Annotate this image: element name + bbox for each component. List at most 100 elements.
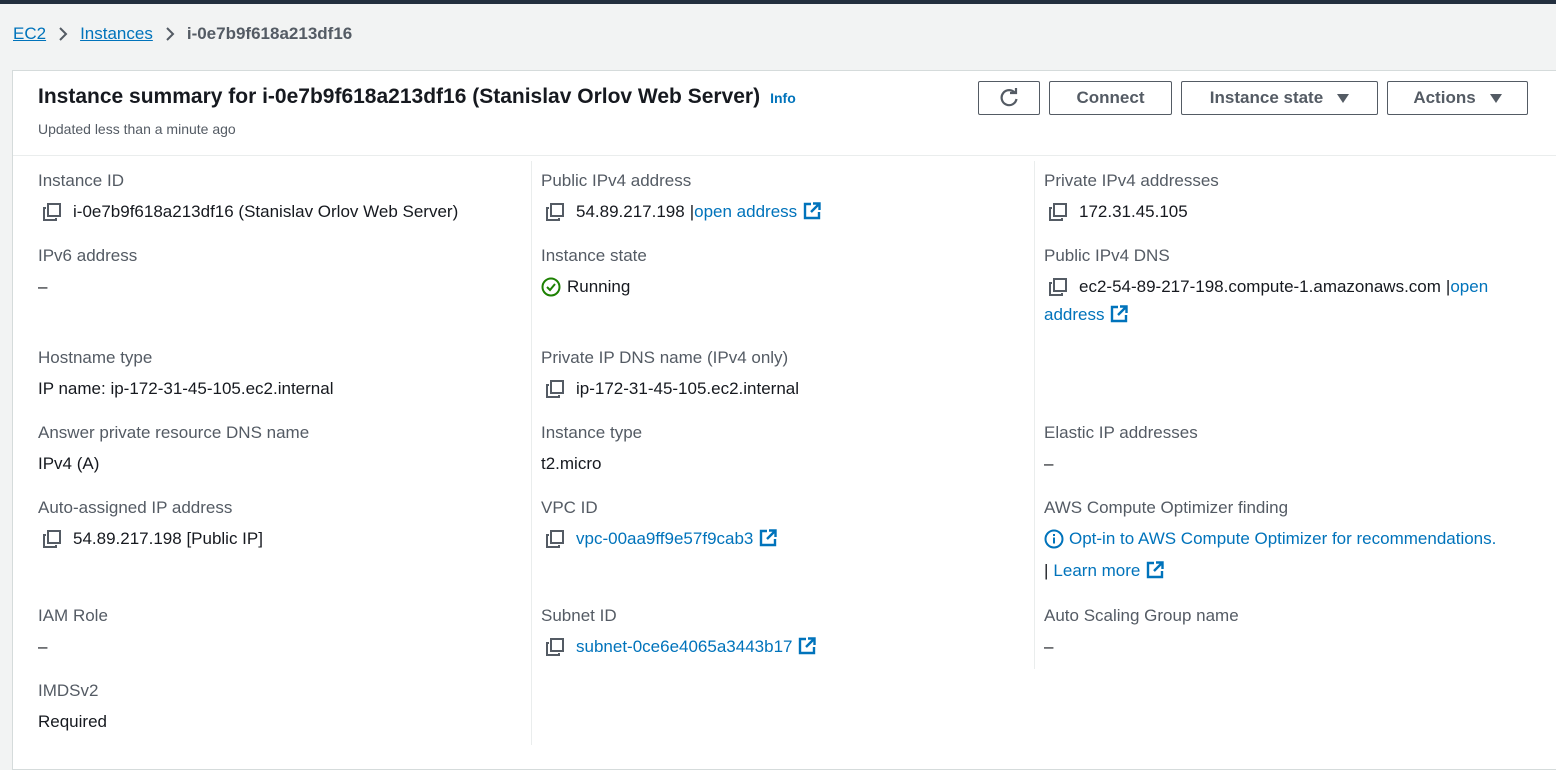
ipv6-value: –: [38, 277, 48, 296]
instance-state-dropdown[interactable]: Instance state: [1181, 81, 1378, 115]
field-value-row: 54.89.217.198 | open address: [541, 198, 1021, 226]
copy-icon[interactable]: [1049, 278, 1067, 296]
actions-label: Actions: [1413, 88, 1476, 107]
copy-icon[interactable]: [43, 530, 61, 548]
field-label: Answer private resource DNS name: [38, 423, 310, 442]
caret-down-icon: [1337, 93, 1350, 103]
field-instance-state: Instance state Running: [541, 246, 1021, 301]
learn-more-text: Learn more: [1053, 561, 1141, 580]
field-value-row: 172.31.45.105: [1044, 198, 1534, 226]
imdsv2-value: Required: [38, 712, 107, 731]
field-label: IPv6 address: [38, 246, 138, 265]
chevron-right-icon: [46, 26, 80, 42]
breadcrumb-current: i-0e7b9f618a213df16: [186, 24, 353, 43]
copy-icon[interactable]: [546, 380, 564, 398]
field-elastic-ip: Elastic IP addresses –: [1044, 423, 1534, 478]
actions-dropdown[interactable]: Actions: [1387, 81, 1528, 115]
vpc-id-value: vpc-00aa9ff9e57f9cab3: [576, 529, 754, 548]
field-value-row: ip-172-31-45-105.ec2.internal: [541, 375, 1021, 403]
page-title: Instance summary for i-0e7b9f618a213df16…: [38, 85, 796, 109]
field-label: Auto-assigned IP address: [38, 498, 233, 517]
field-value-row: i-0e7b9f618a213df16 (Stanislav Orlov Web…: [38, 198, 508, 226]
open-address-link-part1[interactable]: open: [1450, 273, 1488, 301]
open-address-link-part2[interactable]: address: [1044, 301, 1129, 329]
breadcrumb-ec2[interactable]: EC2: [13, 24, 46, 44]
opt-in-link[interactable]: Opt-in to AWS Compute Optimizer for reco…: [1044, 525, 1496, 553]
updated-text: Updated less than a minute ago: [38, 121, 236, 137]
instance-state-label: Instance state: [1209, 88, 1324, 107]
column-divider: [1034, 161, 1035, 669]
connect-button[interactable]: Connect: [1049, 81, 1172, 115]
open-address-text: open address: [694, 202, 798, 221]
field-vpc-id: VPC ID vpc-00aa9ff9e57f9cab3: [541, 498, 1021, 553]
field-value-row: ec2-54-89-217-198.compute-1.amazonaws.co…: [1044, 273, 1534, 301]
field-value-row: | Learn more: [1044, 557, 1544, 585]
field-label: Hostname type: [38, 348, 153, 367]
field-label: Instance state: [541, 246, 647, 265]
field-label: Auto Scaling Group name: [1044, 606, 1239, 625]
field-answer-dns: Answer private resource DNS name IPv4 (A…: [38, 423, 508, 478]
copy-icon[interactable]: [546, 638, 564, 656]
field-label: Public IPv4 DNS: [1044, 246, 1170, 265]
field-label: Subnet ID: [541, 606, 617, 625]
field-label: IAM Role: [38, 606, 108, 625]
field-instance-type: Instance type t2.micro: [541, 423, 1021, 478]
field-imdsv2: IMDSv2 Required: [38, 681, 508, 736]
field-subnet-id: Subnet ID subnet-0ce6e4065a3443b17: [541, 606, 1021, 661]
private-ipv4-value: 172.31.45.105: [1079, 202, 1188, 221]
field-label: Elastic IP addresses: [1044, 423, 1198, 442]
copy-icon[interactable]: [1049, 203, 1067, 221]
opt-in-text: Opt-in to AWS Compute Optimizer for reco…: [1069, 529, 1497, 548]
external-link-icon: [799, 637, 817, 655]
open-address-link[interactable]: open address: [694, 198, 821, 226]
refresh-button[interactable]: [978, 81, 1040, 115]
field-instance-id: Instance ID i-0e7b9f618a213df16 (Stanisl…: [38, 171, 508, 226]
asg-name-value: –: [1044, 637, 1054, 656]
field-value-row: address: [1044, 301, 1534, 329]
separator: |: [1044, 561, 1049, 580]
instance-state-value-row: Running: [541, 273, 1021, 301]
learn-more-link[interactable]: Learn more: [1053, 557, 1165, 585]
instance-id-value: i-0e7b9f618a213df16 (Stanislav Orlov Web…: [73, 202, 459, 221]
field-hostname-type: Hostname type IP name: ip-172-31-45-105.…: [38, 348, 508, 403]
chevron-right-icon: [153, 26, 187, 42]
field-value-row: Opt-in to AWS Compute Optimizer for reco…: [1044, 525, 1544, 553]
vpc-id-link[interactable]: vpc-00aa9ff9e57f9cab3: [576, 525, 778, 553]
copy-icon[interactable]: [546, 530, 564, 548]
instance-summary-panel: Instance summary for i-0e7b9f618a213df16…: [12, 70, 1556, 770]
breadcrumb-instances[interactable]: Instances: [80, 24, 153, 44]
external-link-icon: [1111, 305, 1129, 323]
field-value-row: subnet-0ce6e4065a3443b17: [541, 633, 1021, 661]
auto-ip-value: 54.89.217.198 [Public IP]: [73, 529, 263, 548]
field-public-ipv4: Public IPv4 address 54.89.217.198 | open…: [541, 171, 1021, 226]
copy-icon[interactable]: [43, 203, 61, 221]
copy-icon[interactable]: [546, 203, 564, 221]
field-label: Private IP DNS name (IPv4 only): [541, 348, 789, 367]
info-link[interactable]: Info: [770, 90, 796, 106]
field-public-dns: Public IPv4 DNS ec2-54-89-217-198.comput…: [1044, 246, 1534, 329]
page-title-text: Instance summary for i-0e7b9f618a213df16…: [38, 85, 761, 108]
iam-role-value: –: [38, 637, 48, 656]
subnet-id-value: subnet-0ce6e4065a3443b17: [576, 637, 793, 656]
public-dns-value: ec2-54-89-217-198.compute-1.amazonaws.co…: [1079, 277, 1441, 296]
subnet-id-link[interactable]: subnet-0ce6e4065a3443b17: [576, 633, 817, 661]
field-value-row: vpc-00aa9ff9e57f9cab3: [541, 525, 1021, 553]
field-iam-role: IAM Role –: [38, 606, 508, 661]
external-link-icon: [760, 529, 778, 547]
field-label: Instance ID: [38, 171, 124, 190]
instance-state-value: Running: [567, 277, 631, 296]
field-asg-name: Auto Scaling Group name –: [1044, 606, 1534, 661]
field-value-row: 54.89.217.198 [Public IP]: [38, 525, 508, 553]
field-private-dns: Private IP DNS name (IPv4 only) ip-172-3…: [541, 348, 1021, 403]
field-private-ipv4: Private IPv4 addresses 172.31.45.105: [1044, 171, 1534, 226]
field-label: Public IPv4 address: [541, 171, 692, 190]
caret-down-icon: [1489, 93, 1502, 103]
private-dns-value: ip-172-31-45-105.ec2.internal: [576, 379, 800, 398]
field-label: AWS Compute Optimizer finding: [1044, 498, 1289, 517]
field-label: Private IPv4 addresses: [1044, 171, 1219, 190]
panel-header: Instance summary for i-0e7b9f618a213df16…: [13, 71, 1556, 156]
answer-dns-value: IPv4 (A): [38, 454, 100, 473]
external-link-icon: [803, 202, 821, 220]
open-address-text: address: [1044, 305, 1105, 324]
refresh-icon: [1000, 88, 1018, 107]
